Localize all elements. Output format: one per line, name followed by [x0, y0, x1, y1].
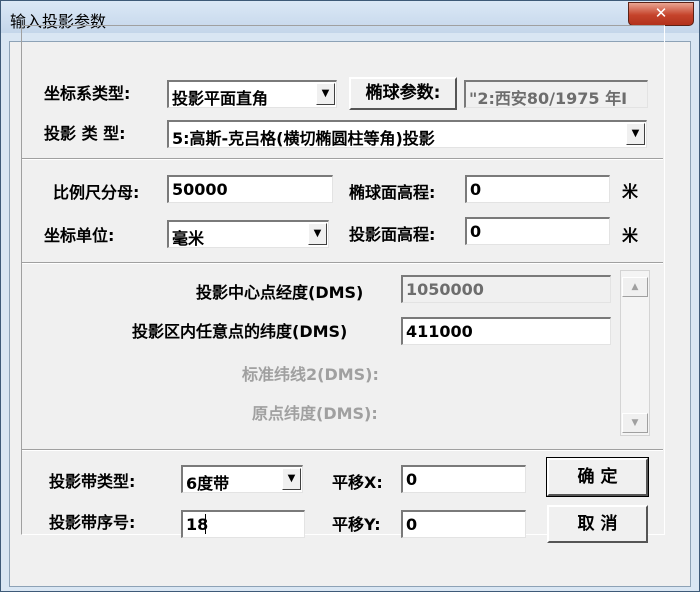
center-longitude-label: 投影中心点经度(DMS)	[196, 283, 364, 302]
offset-x-input[interactable]: 0	[401, 465, 526, 493]
coord-unit-value: 毫米	[172, 229, 205, 248]
close-button[interactable]: ✕	[628, 2, 694, 26]
zone-type-value: 6度带	[186, 474, 230, 493]
ellipsoid-height-input[interactable]: 0	[465, 175, 610, 203]
center-longitude-field[interactable]: 1050000	[401, 275, 611, 303]
projection-type-label: 投影 类 型:	[44, 124, 126, 143]
ellipsoid-height-unit: 米	[622, 182, 639, 201]
projection-height-label: 投影面高程:	[349, 225, 436, 244]
zone-type-select[interactable]: 6度带 ▼	[181, 465, 303, 493]
coord-unit-label: 坐标单位:	[44, 226, 115, 245]
chevron-up-icon: ▲	[631, 282, 639, 292]
ellipsoid-height-label: 椭球面高程:	[349, 183, 436, 202]
projection-type-select[interactable]: 5:高斯-克吕格(横切椭圆柱等角)投影 ▼	[167, 120, 647, 148]
offset-x-label: 平移X:	[332, 473, 383, 492]
divider	[22, 262, 663, 264]
coord-unit-select[interactable]: 毫米 ▼	[167, 220, 329, 248]
divider	[22, 158, 663, 160]
offset-y-label: 平移Y:	[332, 515, 381, 534]
latitude-input[interactable]: 411000	[401, 317, 611, 345]
divider	[22, 449, 663, 451]
coord-system-select[interactable]: 投影平面直角 ▼	[167, 80, 337, 108]
ellipsoid-params-button[interactable]: 椭球参数:	[349, 77, 457, 110]
scale-label: 比例尺分母:	[53, 183, 140, 202]
zone-number-label: 投影带序号:	[49, 513, 136, 532]
chevron-down-icon: ▼	[316, 83, 335, 105]
origin-latitude-label: 原点纬度(DMS):	[252, 404, 378, 423]
zone-type-label: 投影带类型:	[49, 472, 136, 491]
text-caret	[205, 514, 206, 534]
scale-input[interactable]: 50000	[167, 175, 333, 203]
projection-type-value: 5:高斯-克吕格(横切椭圆柱等角)投影	[172, 129, 435, 148]
cancel-button[interactable]: 取 消	[547, 505, 648, 543]
chevron-down-icon: ▼	[282, 468, 301, 490]
params-scrollbar[interactable]: ▲ ▼	[620, 270, 650, 436]
ellipsoid-value-field[interactable]: "2:西安80/1975 年I	[464, 80, 648, 108]
chevron-down-icon: ▼	[631, 418, 639, 428]
scroll-down-button[interactable]: ▼	[622, 413, 648, 433]
std-parallel2-label: 标准纬线2(DMS):	[242, 365, 379, 384]
offset-y-input[interactable]: 0	[401, 510, 526, 538]
projection-height-unit: 米	[622, 226, 639, 245]
chevron-down-icon: ▼	[626, 123, 645, 145]
coord-system-value: 投影平面直角	[172, 89, 269, 108]
chevron-down-icon: ▼	[308, 223, 327, 245]
coord-system-label: 坐标系类型:	[44, 84, 131, 103]
projection-height-input[interactable]: 0	[465, 217, 610, 245]
scroll-up-button[interactable]: ▲	[622, 277, 648, 297]
close-icon: ✕	[654, 4, 668, 22]
ok-button[interactable]: 确 定	[546, 457, 649, 497]
latitude-label: 投影区内任意点的纬度(DMS)	[132, 322, 348, 341]
zone-number-input[interactable]: 18	[181, 510, 305, 538]
